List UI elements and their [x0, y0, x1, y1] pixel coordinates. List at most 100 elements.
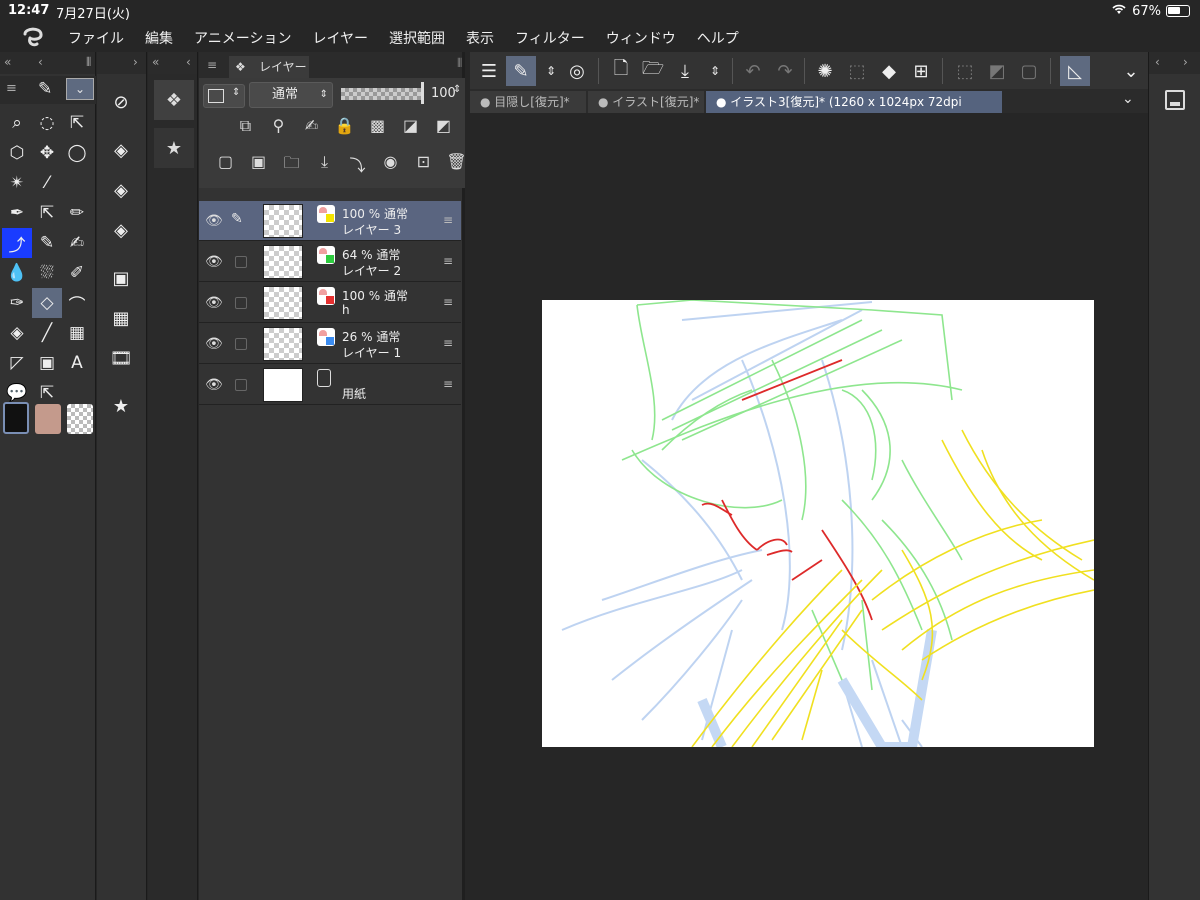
decoration-icon[interactable]: ✐: [62, 258, 92, 288]
layer-row[interactable]: 👁 64 % 通常 レイヤー 2 ≡: [199, 242, 461, 282]
layer-checkbox[interactable]: [235, 256, 247, 268]
undo-icon[interactable]: ↶: [738, 56, 768, 86]
navigator-panel-icon[interactable]: [1165, 90, 1185, 110]
collapse-left-icon[interactable]: «: [152, 55, 159, 69]
menu-item[interactable]: ファイル: [68, 28, 124, 48]
eye-icon[interactable]: 👁: [205, 295, 223, 311]
frame-icon[interactable]: ▦: [62, 318, 92, 348]
blend-mode-select[interactable]: 通常 ⇕: [249, 82, 333, 108]
layer-menu-icon[interactable]: ≡: [443, 254, 453, 268]
selection-border-icon[interactable]: ▢: [1014, 56, 1044, 86]
menu-item[interactable]: 選択範囲: [389, 28, 445, 48]
gradient-icon[interactable]: ▣: [32, 348, 62, 378]
chevron-right-icon[interactable]: ›: [133, 55, 138, 69]
text-icon[interactable]: A: [62, 348, 92, 378]
color-grid-icon[interactable]: ▦: [107, 304, 135, 332]
save-icon[interactable]: ⤓: [670, 56, 700, 86]
menu-item[interactable]: レイヤー: [312, 28, 368, 48]
chevron-down-icon[interactable]: ⌄: [1116, 56, 1146, 86]
layer-row[interactable]: 👁 100 % 通常 h ≡: [199, 283, 461, 323]
fill-icon[interactable]: ◆: [874, 56, 904, 86]
eye-icon[interactable]: 👁: [205, 377, 223, 393]
curve-icon[interactable]: ⌒: [62, 288, 92, 318]
layer-checkbox[interactable]: [235, 379, 247, 391]
subtool-settings-icon[interactable]: ⊘: [107, 88, 135, 116]
reference-icon[interactable]: ⚲: [262, 116, 295, 136]
rotate-view-icon[interactable]: ◌: [32, 108, 62, 138]
eraser-vector-icon[interactable]: ◈: [107, 216, 135, 244]
doc-tab[interactable]: ● 目隠し[復元]*: [470, 91, 586, 113]
transfer-down-icon[interactable]: ⤓: [308, 152, 341, 179]
menu-item[interactable]: 編集: [145, 28, 173, 48]
chevron-down-icon[interactable]: ⌄: [1122, 91, 1134, 107]
mask-view-icon[interactable]: ◩: [427, 116, 460, 136]
grip-icon[interactable]: ⦀: [86, 55, 91, 70]
fill-bucket-icon[interactable]: ◈: [2, 318, 32, 348]
layer-color-stepper[interactable]: ⇕: [203, 84, 245, 108]
opacity-slider-handle[interactable]: [421, 82, 424, 104]
object-select-icon[interactable]: ⇱: [62, 108, 92, 138]
layers-tab-icon[interactable]: ❖: [154, 80, 194, 120]
line-icon[interactable]: ╱: [32, 318, 62, 348]
doc-tab-active[interactable]: ● イラスト3[復元]* (1260 x 1024px 72dpi 74.6%): [706, 91, 1002, 131]
layer-menu-icon[interactable]: ≡: [443, 377, 453, 391]
eraser-icon[interactable]: ◇: [32, 288, 62, 318]
fill-brush-icon[interactable]: ⤴: [2, 228, 32, 258]
material-icon[interactable]: ★: [107, 392, 135, 420]
layer-row[interactable]: 👁 用紙 ≡: [199, 365, 461, 405]
loading-icon[interactable]: ✺: [810, 56, 840, 86]
menu-item[interactable]: ヘルプ: [697, 28, 739, 48]
chevron-right-icon[interactable]: ›: [1183, 55, 1188, 69]
open-folder-icon[interactable]: 🗁: [638, 56, 668, 86]
chevron-left-icon[interactable]: ‹: [1155, 55, 1160, 69]
hamburger-menu-icon[interactable]: ☰: [474, 56, 504, 86]
navigator-icon[interactable]: ▣: [107, 264, 135, 292]
deselect-icon[interactable]: ⬚: [950, 56, 980, 86]
new-vector-layer-icon[interactable]: ▣: [242, 152, 275, 179]
magic-wand-icon[interactable]: ✴: [2, 168, 32, 198]
opacity-slider[interactable]: [341, 88, 421, 100]
main-color-swatch[interactable]: [3, 402, 29, 434]
lasso-icon[interactable]: ◯: [62, 138, 92, 168]
redo-icon[interactable]: ↷: [770, 56, 800, 86]
eraser-soft-icon[interactable]: ◈: [107, 176, 135, 204]
layer-row[interactable]: 👁 26 % 通常 レイヤー 1 ≡: [199, 324, 461, 364]
ruler-snap-icon[interactable]: ◺: [1060, 56, 1090, 86]
material-tab-icon[interactable]: ★: [154, 128, 194, 168]
transform-icon[interactable]: ⊞: [906, 56, 936, 86]
chevron-left-icon[interactable]: ‹: [38, 55, 43, 69]
ruler-icon[interactable]: ◸: [2, 348, 32, 378]
eye-icon[interactable]: 👁: [205, 213, 223, 229]
new-file-icon[interactable]: 🗋: [606, 56, 636, 86]
mask-icon[interactable]: ◪: [394, 116, 427, 136]
canvas-area[interactable]: [470, 113, 1148, 900]
menu-item[interactable]: フィルター: [515, 28, 585, 48]
tool-dropdown-button[interactable]: ⌄: [66, 78, 94, 100]
drawing-canvas[interactable]: [542, 300, 1094, 747]
layer-menu-icon[interactable]: ≡: [443, 336, 453, 350]
panel-menu-icon[interactable]: ≡: [6, 81, 17, 96]
edit-mode-icon[interactable]: ✎: [506, 56, 536, 86]
menu-item[interactable]: アニメーション: [194, 28, 291, 48]
layer-checkbox[interactable]: [235, 297, 247, 309]
vector-select-icon[interactable]: ⇱: [32, 198, 62, 228]
draft-icon[interactable]: ✍: [295, 116, 328, 136]
apply-mask-icon[interactable]: ⊡: [407, 152, 440, 179]
move-icon[interactable]: ✥: [32, 138, 62, 168]
layer-menu-icon[interactable]: ≡: [443, 213, 453, 227]
stepper-icon[interactable]: ⇕: [700, 56, 730, 86]
trash-icon[interactable]: 🗑: [440, 152, 473, 179]
chevron-left-icon[interactable]: ‹: [186, 55, 191, 69]
collapse-left-icon[interactable]: «: [4, 55, 11, 69]
pen-tab-icon[interactable]: ✎: [38, 79, 52, 99]
timeline-icon[interactable]: 🎞: [107, 344, 135, 372]
sub-color-swatch[interactable]: [35, 404, 61, 434]
doc-tab[interactable]: ● イラスト[復元]*: [588, 91, 704, 113]
app-logo-icon[interactable]: [20, 26, 46, 48]
grip-icon[interactable]: ⦀: [457, 56, 462, 71]
eyedropper-icon[interactable]: ⁄: [32, 168, 62, 198]
lock-transparency-icon[interactable]: ▩: [361, 116, 394, 136]
menu-item[interactable]: 表示: [466, 28, 494, 48]
invert-selection-icon[interactable]: ◩: [982, 56, 1012, 86]
pen-icon[interactable]: ✒: [2, 198, 32, 228]
